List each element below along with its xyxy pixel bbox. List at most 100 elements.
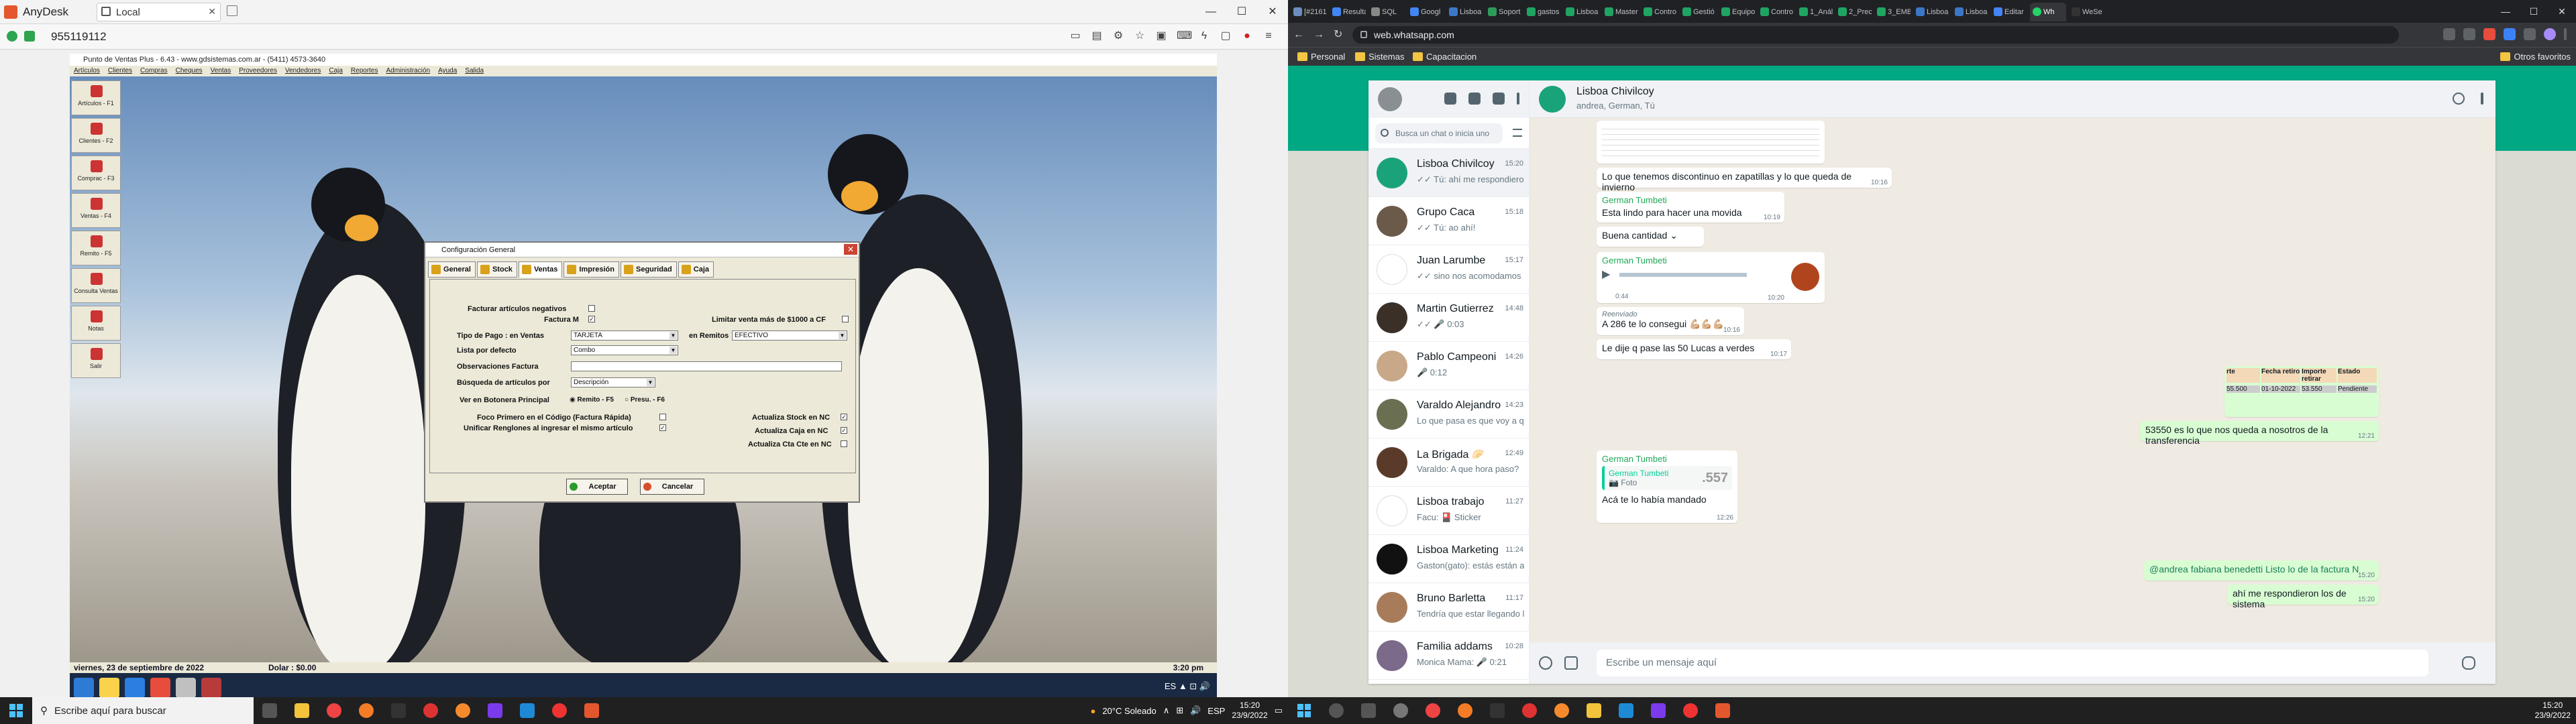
star-icon[interactable]	[2463, 28, 2475, 40]
pos-menu-compras[interactable]: Compras	[140, 66, 168, 76]
voice-message[interactable]: German Tumbeti ▶ 0:44 10:20	[1597, 252, 1825, 303]
clock[interactable]: 15:20 23/9/2022	[2535, 701, 2571, 721]
tab-9[interactable]: Contro	[1641, 3, 1677, 21]
menu-icon[interactable]	[2481, 93, 2483, 105]
message-bubble-out[interactable]: 53550 es lo que nos queda a nosotros de …	[2140, 421, 2379, 446]
pos-btn-compras[interactable]: Comprac - F3	[71, 156, 121, 190]
tab-18[interactable]: Editar	[1991, 3, 2027, 21]
tab-11[interactable]: Equipo	[1719, 3, 1755, 21]
pos-menu-reportes[interactable]: Reportes	[351, 66, 378, 76]
bookmark-capacitacion[interactable]: Capacitacion	[1413, 52, 1477, 62]
address-bar[interactable]: web.whatsapp.com	[1352, 26, 2399, 44]
anydesk-tab-local[interactable]: Local ✕	[97, 3, 221, 21]
poll-option[interactable]: Buena cantidad ⌄	[1597, 227, 1704, 247]
puzzle-icon[interactable]	[2524, 28, 2536, 40]
vscode-icon[interactable]	[1610, 697, 1642, 724]
firefox-icon[interactable]	[1449, 697, 1481, 724]
task-view-icon[interactable]	[1352, 697, 1385, 724]
bookmark-sistemas[interactable]: Sistemas	[1355, 52, 1404, 62]
attach-icon[interactable]	[1564, 656, 1578, 670]
pos-app-icon[interactable]	[201, 678, 221, 698]
chrome-icon-3[interactable]	[543, 697, 576, 724]
windows-start-icon[interactable]	[1288, 697, 1320, 724]
start-icon[interactable]	[74, 678, 94, 698]
chat-item[interactable]: Pablo Campeoni 14:26 🎤 0:12	[1368, 342, 1529, 390]
close-icon[interactable]: ✕	[208, 6, 216, 17]
unificar-checkbox[interactable]: ✓	[659, 424, 666, 431]
screenshot-icon[interactable]: ▢	[1220, 28, 1232, 44]
chat-item[interactable]: Grupo Caca 15:18 ✓✓ Tú: ao ahí!	[1368, 197, 1529, 245]
tab-ventas[interactable]: Ventas	[518, 261, 563, 278]
chat-item[interactable]: La Brigada 🥟 12:49 Varaldo: A que hora p…	[1368, 438, 1529, 487]
chrome-icon[interactable]	[318, 697, 350, 724]
windows-start-icon[interactable]	[0, 697, 32, 724]
tab-13[interactable]: 1_Anál	[1796, 3, 1833, 21]
network-icon[interactable]: ⊞	[1176, 705, 1183, 716]
minimize-button[interactable]: —	[1195, 0, 1226, 24]
tray-up-icon[interactable]: ∧	[1163, 705, 1170, 716]
busqueda-select[interactable]: Descripción ▼	[571, 377, 655, 387]
firefox-icon-2[interactable]	[1546, 697, 1578, 724]
factura-m-checkbox[interactable]: ✓	[588, 316, 595, 322]
forwarded-message[interactable]: Reenviado A 286 te lo consegui 💪🏼💪🏼💪🏼 10:…	[1597, 307, 1744, 335]
forward-icon[interactable]: →	[1313, 27, 1324, 43]
lightning-icon[interactable]: ϟ	[1198, 28, 1210, 44]
clock-app-icon[interactable]	[1385, 697, 1417, 724]
taskbar-search[interactable]: ⚲ Escribe aquí para buscar	[32, 697, 254, 724]
message-bubble[interactable]: German Tumbeti Esta lindo para hacer una…	[1597, 192, 1784, 223]
quoted-message[interactable]: German Tumbeti 📷 Foto .557	[1602, 466, 1732, 490]
cancelar-button[interactable]: Cancelar	[640, 479, 704, 495]
tab-12[interactable]: Contro	[1758, 3, 1794, 21]
folder-icon[interactable]	[286, 697, 318, 724]
weather-text[interactable]: 20°C Soleado	[1102, 706, 1156, 716]
tab-0[interactable]: [#2161	[1291, 3, 1327, 21]
chat-icon[interactable]: ▭	[1069, 28, 1081, 44]
maximize-button[interactable]: ☐	[2520, 0, 2548, 23]
observaciones-input[interactable]	[571, 361, 842, 371]
minimize-button[interactable]: —	[2491, 0, 2520, 23]
avatar[interactable]	[1539, 86, 1566, 113]
message-bubble[interactable]: Le dije q pase las 50 Lucas a verdes 10:1…	[1597, 339, 1791, 359]
chat-item[interactable]: Lisboa Chivilcoy 15:20 ✓✓ Tú: ahí me res…	[1368, 149, 1529, 197]
back-icon[interactable]: ←	[1293, 27, 1304, 43]
more-icon[interactable]	[2564, 28, 2567, 40]
tab-8[interactable]: Master	[1602, 3, 1638, 21]
tab-20[interactable]: WeSe	[2069, 3, 2105, 21]
app-icon[interactable]	[176, 678, 196, 698]
dialog-close-button[interactable]: ✕	[844, 244, 857, 255]
vs-icon[interactable]	[479, 697, 511, 724]
tab-1[interactable]: Resulta	[1330, 3, 1366, 21]
tab-general[interactable]: General	[428, 261, 476, 278]
pos-btn-remito[interactable]: Remito - F5	[71, 231, 121, 265]
chrome-icon[interactable]	[1417, 697, 1449, 724]
pos-menu-vendedores[interactable]: Vendedores	[285, 66, 321, 76]
pos-btn-clientes[interactable]: Clientes - F2	[71, 118, 121, 153]
clock[interactable]: 15:20 23/9/2022	[1232, 701, 1267, 721]
firefox-icon-2[interactable]	[447, 697, 479, 724]
tab-17[interactable]: Lisboa	[1952, 3, 1988, 21]
pos-menu-salida[interactable]: Salida	[465, 66, 484, 76]
foco-checkbox[interactable]	[659, 414, 666, 420]
folder-icon[interactable]	[99, 678, 119, 698]
pos-menu-administracion[interactable]: Administración	[386, 66, 431, 76]
tab-2[interactable]: SQL	[1368, 3, 1405, 21]
menu-icon[interactable]	[1517, 93, 1519, 105]
microphone-icon[interactable]	[2462, 656, 2475, 670]
reply-message[interactable]: German Tumbeti German Tumbeti 📷 Foto .55…	[1597, 450, 1737, 523]
tab-14[interactable]: 2_Prec	[1835, 3, 1872, 21]
pos-menu-proveedores[interactable]: Proveedores	[239, 66, 277, 76]
remitos-select[interactable]: EFECTIVO ▼	[732, 330, 847, 341]
star-icon[interactable]: ☆	[1134, 28, 1146, 44]
act-stock-checkbox[interactable]: ✓	[841, 414, 847, 420]
filter-icon[interactable]	[1513, 129, 1522, 137]
chrome-icon[interactable]	[150, 678, 170, 698]
pos-menu-ventas[interactable]: Ventas	[211, 66, 231, 76]
chat-item[interactable]: Familia addams 10:28 Monica Mama: 🎤 0:21	[1368, 631, 1529, 680]
search-icon[interactable]	[2453, 93, 2465, 105]
message-bubble-out[interactable]: @andrea fabiana benedetti Listo lo de la…	[2144, 560, 2379, 581]
chrome-icon-2[interactable]	[415, 697, 447, 724]
tab-whatsapp[interactable]: Wh	[2030, 3, 2066, 21]
chat-item[interactable]: Juan Larumbe 15:17 ✓✓ sino nos acomodamo…	[1368, 245, 1529, 294]
tab-10[interactable]: Gestió	[1680, 3, 1716, 21]
pos-menu-clientes[interactable]: Clientes	[108, 66, 132, 76]
